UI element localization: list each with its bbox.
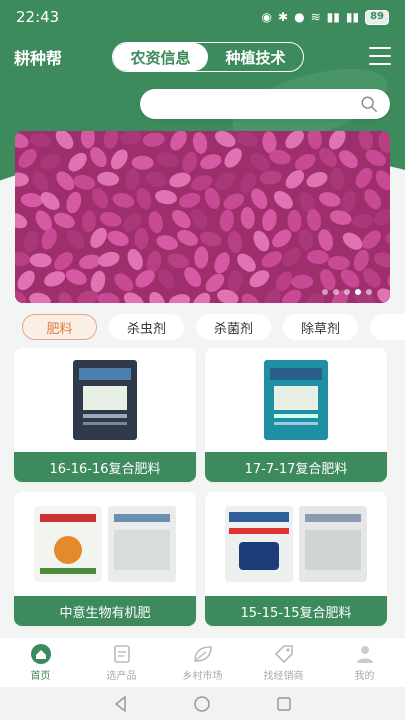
product-image bbox=[205, 348, 387, 452]
product-name: 17-7-17复合肥料 bbox=[205, 452, 387, 482]
product-image bbox=[14, 492, 196, 596]
product-card[interactable]: 15-15-15复合肥料 bbox=[205, 492, 387, 626]
product-name: 中意生物有机肥 bbox=[14, 596, 196, 626]
product-icon bbox=[113, 644, 130, 663]
status-bar: 22:43 ◉ ✱ ● ≋ ▮▮ ▮▮ 89 bbox=[0, 0, 405, 34]
tab-planting-tech[interactable]: 种植技术 bbox=[208, 43, 303, 71]
back-icon[interactable] bbox=[112, 694, 130, 713]
carousel-dot bbox=[333, 289, 339, 295]
app-bar: 耕种帮 农资信息 种植技术 bbox=[0, 40, 405, 74]
product-name: 15-15-15复合肥料 bbox=[205, 596, 387, 626]
home-circle-icon[interactable] bbox=[193, 695, 211, 713]
category-fungicide[interactable]: 杀菌剂 bbox=[196, 314, 271, 340]
leaf-icon bbox=[193, 645, 212, 662]
nav-label: 选产品 bbox=[106, 670, 137, 682]
product-card[interactable]: 中意生物有机肥 bbox=[14, 492, 196, 626]
tab-agri-info[interactable]: 农资信息 bbox=[113, 43, 208, 71]
location-icon: ● bbox=[294, 10, 305, 24]
carousel-dot bbox=[366, 289, 372, 295]
product-card[interactable]: 16-16-16复合肥料 bbox=[14, 348, 196, 482]
nav-label: 首页 bbox=[30, 670, 51, 682]
battery-icon: 89 bbox=[365, 9, 389, 25]
carousel-dot bbox=[322, 289, 328, 295]
recents-icon[interactable] bbox=[275, 695, 293, 713]
nav-label: 乡村市场 bbox=[182, 670, 223, 682]
system-navigation bbox=[0, 687, 405, 720]
status-time: 22:43 bbox=[16, 8, 60, 26]
nav-market[interactable]: 乡村市场 bbox=[162, 638, 243, 687]
product-card[interactable]: 17-7-17复合肥料 bbox=[205, 348, 387, 482]
user-icon bbox=[356, 645, 373, 663]
signal-icon-2: ▮▮ bbox=[345, 10, 360, 24]
segment-control: 农资信息 种植技术 bbox=[112, 42, 304, 72]
category-herbicide[interactable]: 除草剂 bbox=[283, 314, 358, 340]
nav-products[interactable]: 选产品 bbox=[81, 638, 162, 687]
status-icons: ◉ ✱ ● ≋ ▮▮ ▮▮ 89 bbox=[261, 9, 389, 25]
bottom-navigation: 首页 选产品 乡村市场 找经销商 我的 bbox=[0, 637, 405, 687]
search-icon[interactable] bbox=[360, 95, 378, 113]
nav-label: 找经销商 bbox=[263, 670, 304, 682]
search-input[interactable] bbox=[140, 89, 340, 119]
product-image bbox=[14, 348, 196, 452]
search-bar bbox=[140, 89, 390, 119]
product-name: 16-16-16复合肥料 bbox=[14, 452, 196, 482]
wifi-icon: ≋ bbox=[310, 10, 321, 24]
bluetooth-icon: ✱ bbox=[278, 10, 289, 24]
menu-icon[interactable] bbox=[369, 47, 391, 65]
category-fertilizer[interactable]: 肥料 bbox=[22, 314, 97, 340]
nav-profile[interactable]: 我的 bbox=[324, 638, 405, 687]
carousel-dots bbox=[322, 289, 372, 295]
tag-icon bbox=[274, 644, 293, 663]
signal-icon: ▮▮ bbox=[326, 10, 340, 24]
eye-icon: ◉ bbox=[261, 10, 273, 24]
category-insecticide[interactable]: 杀虫剂 bbox=[109, 314, 184, 340]
banner-carousel[interactable] bbox=[15, 131, 390, 303]
carousel-dot-active bbox=[355, 289, 361, 295]
carousel-dot bbox=[344, 289, 350, 295]
nav-dealers[interactable]: 找经销商 bbox=[243, 638, 324, 687]
nav-label: 我的 bbox=[354, 670, 375, 682]
product-image bbox=[205, 492, 387, 596]
category-tabs: 肥料 杀虫剂 杀菌剂 除草剂 bbox=[0, 314, 405, 342]
nav-home[interactable]: 首页 bbox=[0, 638, 81, 687]
category-more[interactable] bbox=[370, 314, 405, 340]
seed-image bbox=[15, 131, 390, 303]
home-icon bbox=[30, 643, 51, 664]
app-title: 耕种帮 bbox=[14, 49, 63, 68]
